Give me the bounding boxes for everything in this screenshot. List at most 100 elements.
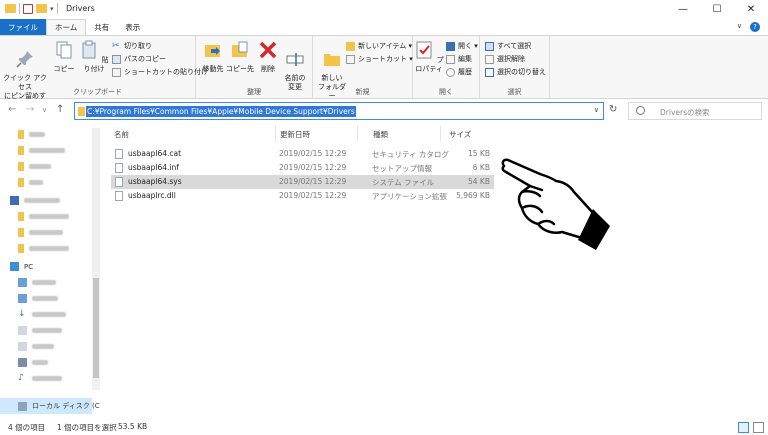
file-name: usbaapl64.inf (128, 163, 179, 172)
scroll-thumb[interactable] (93, 278, 99, 378)
videos-icon (18, 358, 27, 367)
nav-item-local-disk[interactable]: ローカル ディスク (C (18, 401, 100, 411)
tab-file[interactable]: ファイル (0, 19, 46, 35)
up-arrow-icon[interactable]: ↑ (56, 104, 64, 115)
close-button[interactable]: ✕ (734, 0, 768, 19)
3d-objects-icon (18, 278, 27, 287)
paste-shortcut-button[interactable]: ショートカットの貼り付け (112, 67, 208, 77)
ribbon-collapse-icon[interactable]: ∨ (737, 22, 742, 30)
nav-item[interactable] (18, 212, 69, 221)
move-to-button[interactable]: 移動先 (199, 40, 227, 74)
table-row[interactable]: usbaapl64.cat 2019/02/15 12:29 セキュリティ カタ… (111, 147, 494, 161)
file-date: 2019/02/15 12:29 (279, 177, 347, 186)
tab-home[interactable]: ホーム (46, 19, 87, 35)
nav-item[interactable] (18, 278, 56, 287)
cut-button[interactable]: ✂ 切り取り (112, 41, 152, 51)
new-item-button[interactable]: 新しいアイテム ▾ (346, 41, 412, 51)
back-arrow-icon[interactable]: ← (8, 104, 16, 115)
blurred-label (32, 328, 62, 333)
refresh-icon[interactable]: ↻ (609, 104, 617, 115)
nav-item[interactable]: ♪ (18, 374, 62, 383)
paste-button[interactable]: 貼り付け (79, 40, 109, 74)
blurred-label (29, 230, 63, 235)
column-date[interactable]: 更新日時 (267, 126, 357, 142)
blurred-label (32, 360, 48, 365)
chevron-down-icon[interactable]: ∨ (594, 106, 599, 114)
nav-item[interactable] (10, 196, 60, 205)
help-icon[interactable]: ? (750, 22, 760, 32)
computer-icon (10, 262, 19, 271)
tab-share[interactable]: 共有 (86, 19, 117, 35)
nav-item[interactable] (18, 326, 62, 335)
shortcut-button[interactable]: ショートカット ▾ (346, 54, 413, 64)
move-folder-icon (205, 45, 220, 57)
copy-path-button[interactable]: パスのコピー (112, 54, 166, 64)
edit-icon (446, 54, 455, 64)
table-row[interactable]: usbaaplrc.dll 2019/02/15 12:29 アプリケーション拡… (111, 189, 494, 203)
column-type[interactable]: 種類 (360, 126, 440, 142)
delete-label: 削除 (261, 65, 275, 73)
nav-item[interactable] (18, 244, 69, 253)
file-type: システム ファイル (372, 178, 435, 187)
large-icons-view-icon[interactable] (753, 422, 764, 433)
blurred-label (32, 312, 66, 317)
invert-selection-button[interactable]: 選択の切り替え (485, 67, 546, 77)
select-none-button[interactable]: 選択解除 (485, 54, 525, 64)
new-folder-icon (324, 54, 340, 66)
delete-button[interactable]: 削除 (255, 40, 281, 74)
address-bar[interactable]: C:¥Program Files¥Common Files¥Apple¥Mobi… (74, 102, 604, 120)
folder-icon (18, 130, 24, 139)
history-button[interactable]: 履歴 (446, 67, 472, 77)
search-placeholder: Driversの検索 (660, 108, 710, 117)
column-size[interactable]: サイズ (436, 126, 496, 142)
nav-scrollbar[interactable] (92, 128, 100, 390)
column-name[interactable]: 名前 (101, 126, 276, 142)
table-row[interactable]: usbaapl64.inf 2019/02/15 12:29 セットアップ情報 … (111, 161, 494, 175)
nav-item[interactable] (18, 294, 58, 303)
properties-button[interactable]: プロパティ (414, 40, 444, 74)
open-button[interactable]: 開く ▾ (446, 41, 478, 51)
select-all-button[interactable]: すべて選択 (485, 41, 531, 51)
open-label: 開く ▾ (458, 42, 478, 50)
copy-icon (56, 41, 72, 59)
rename-icon (286, 53, 304, 66)
minimize-button[interactable]: — (666, 0, 700, 19)
table-row-selected[interactable]: usbaapl64.sys 2019/02/15 12:29 システム ファイル… (111, 175, 494, 189)
nav-item[interactable] (18, 342, 54, 351)
file-icon (115, 149, 123, 159)
properties-quick-icon[interactable] (23, 3, 33, 14)
blurred-label (24, 198, 60, 203)
search-box[interactable]: Driversの検索 (628, 102, 762, 120)
download-icon: ↓ (18, 309, 26, 319)
tab-view[interactable]: 表示 (117, 19, 148, 35)
nav-item[interactable] (18, 130, 45, 139)
copy-button[interactable]: コピー (50, 40, 78, 74)
edit-button[interactable]: 編集 (446, 54, 472, 64)
status-bar: 4 個の項目 1 個の項目を選択 53.5 KB (0, 418, 768, 435)
nav-item[interactable]: ↓ (18, 310, 66, 319)
recent-dropdown-icon[interactable]: ∨ (42, 106, 47, 114)
details-view-icon[interactable] (738, 422, 749, 433)
maximize-button[interactable]: ☐ (700, 0, 734, 19)
nav-item-pc[interactable]: PC (10, 262, 33, 271)
edit-label: 編集 (458, 55, 472, 63)
nav-item[interactable] (18, 178, 43, 187)
chevron-down-icon[interactable]: ▾ (50, 5, 54, 13)
nav-item[interactable] (18, 358, 48, 367)
group-label: 新規 (355, 88, 370, 96)
rename-button[interactable]: 名前の 変更 (280, 40, 310, 92)
scissors-icon: ✂ (112, 40, 120, 51)
nav-item[interactable] (18, 228, 63, 237)
forward-arrow-icon[interactable]: → (26, 104, 34, 115)
nav-item[interactable] (18, 162, 51, 171)
file-type: アプリケーション拡張 (372, 192, 447, 201)
file-name: usbaapl64.sys (128, 177, 182, 186)
new-folder-quick-icon[interactable] (36, 4, 47, 13)
item-count: 4 個の項目 (8, 423, 46, 432)
nav-item[interactable] (18, 146, 65, 155)
new-item-icon (346, 41, 355, 51)
copy-to-button[interactable]: コピー先 (226, 40, 254, 74)
shortcut-icon (112, 67, 121, 77)
address-path[interactable]: C:¥Program Files¥Common Files¥Apple¥Mobi… (86, 106, 356, 117)
window-title: Drivers (66, 4, 95, 13)
